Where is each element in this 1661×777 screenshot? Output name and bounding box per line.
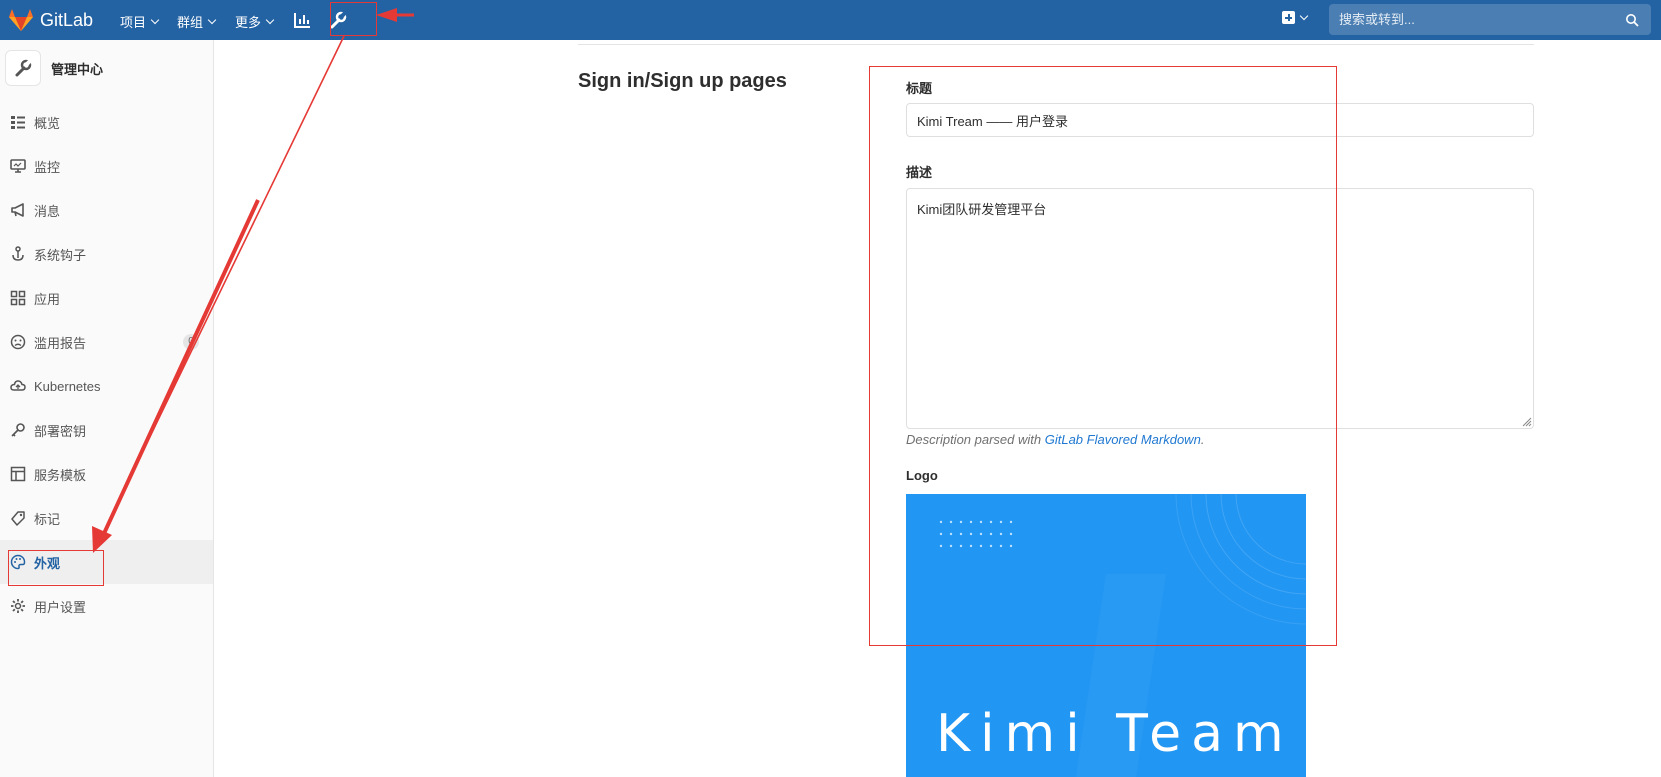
sidebar-item-deploy-keys[interactable]: 部署密钥 bbox=[0, 408, 213, 452]
annotation-box-appearance bbox=[8, 550, 104, 586]
section-title: Sign in/Sign up pages bbox=[578, 70, 787, 92]
section-divider bbox=[578, 44, 1534, 45]
sidebar-item-messages[interactable]: 消息 bbox=[0, 188, 213, 232]
chevron-down-icon bbox=[1299, 11, 1309, 21]
gear-icon bbox=[11, 599, 25, 613]
apps-icon bbox=[10, 290, 26, 306]
sidebar-item-labels[interactable]: 标记 bbox=[0, 496, 213, 540]
sidebar-item-label: 部署密钥 bbox=[34, 423, 87, 439]
annotation-box-admin bbox=[330, 2, 377, 36]
sidebar-item-applications[interactable]: 应用 bbox=[0, 276, 213, 320]
gitlab-home-link[interactable]: GitLab bbox=[8, 8, 93, 32]
admin-avatar bbox=[5, 50, 41, 86]
sidebar-item-service-templates[interactable]: 服务模板 bbox=[0, 452, 213, 496]
sidebar-header[interactable]: 管理中心 bbox=[5, 50, 103, 86]
sidebar-item-label: 用户设置 bbox=[34, 599, 87, 615]
gitlab-logo-icon bbox=[9, 9, 33, 31]
logo-text: Kimi Team bbox=[936, 704, 1294, 764]
brand-name: GitLab bbox=[40, 9, 94, 30]
template-icon bbox=[10, 466, 26, 482]
nav-projects-label: 项目 bbox=[120, 15, 147, 30]
overview-icon bbox=[11, 116, 25, 129]
hook-icon bbox=[12, 246, 24, 261]
label-icon bbox=[11, 511, 25, 526]
search-input[interactable] bbox=[1329, 4, 1651, 35]
nav-more-dropdown[interactable]: 更多 bbox=[235, 12, 275, 31]
sidebar-item-kubernetes[interactable]: Kubernetes bbox=[0, 364, 213, 408]
chevron-down-icon bbox=[150, 15, 160, 25]
activity-chart-icon[interactable] bbox=[291, 9, 313, 31]
sad-face-icon bbox=[10, 334, 26, 350]
annotation-box-form bbox=[869, 66, 1337, 646]
sidebar-item-label: 系统钩子 bbox=[34, 247, 87, 263]
sidebar-item-label: 应用 bbox=[34, 291, 61, 307]
chevron-down-icon bbox=[207, 15, 217, 25]
sidebar-item-label: 监控 bbox=[34, 159, 61, 175]
nav-projects-dropdown[interactable]: 项目 bbox=[120, 12, 160, 31]
sidebar-item-label: 概览 bbox=[34, 115, 61, 131]
top-navbar: GitLab 项目 群组 更多 bbox=[0, 0, 1661, 40]
sidebar-title: 管理中心 bbox=[51, 61, 104, 77]
sidebar-item-system-hooks[interactable]: 系统钩子 bbox=[0, 232, 213, 276]
search-icon bbox=[1626, 14, 1639, 27]
abuse-reports-count-badge: 0 bbox=[183, 334, 199, 350]
nav-groups-label: 群组 bbox=[177, 15, 204, 30]
sidebar-item-label: 服务模板 bbox=[34, 467, 87, 483]
nav-groups-dropdown[interactable]: 群组 bbox=[177, 12, 217, 31]
plus-square-icon bbox=[1282, 11, 1295, 24]
new-item-dropdown[interactable] bbox=[1282, 11, 1309, 24]
sidebar-item-label: 标记 bbox=[34, 511, 61, 527]
sidebar-item-abuse-reports[interactable]: 滥用报告 0 bbox=[0, 320, 213, 364]
nav-more-label: 更多 bbox=[235, 15, 262, 30]
admin-sidebar: 管理中心 概览 监控 消息 系统钩子 应用 滥用报告 0 Kubernetes … bbox=[0, 40, 214, 777]
cloud-icon bbox=[10, 380, 26, 391]
megaphone-icon bbox=[11, 203, 24, 217]
key-icon bbox=[11, 423, 25, 437]
chevron-down-icon bbox=[265, 15, 275, 25]
sidebar-item-label: 消息 bbox=[34, 203, 61, 219]
sidebar-item-overview[interactable]: 概览 bbox=[0, 100, 213, 144]
monitor-icon bbox=[10, 159, 26, 173]
sidebar-item-label: 滥用报告 bbox=[34, 335, 87, 351]
sidebar-item-user-settings[interactable]: 用户设置 bbox=[0, 584, 213, 628]
sidebar-item-monitoring[interactable]: 监控 bbox=[0, 144, 213, 188]
resize-handle-icon[interactable] bbox=[1520, 415, 1532, 427]
wrench-icon bbox=[15, 59, 32, 77]
sidebar-item-label: Kubernetes bbox=[34, 378, 101, 394]
